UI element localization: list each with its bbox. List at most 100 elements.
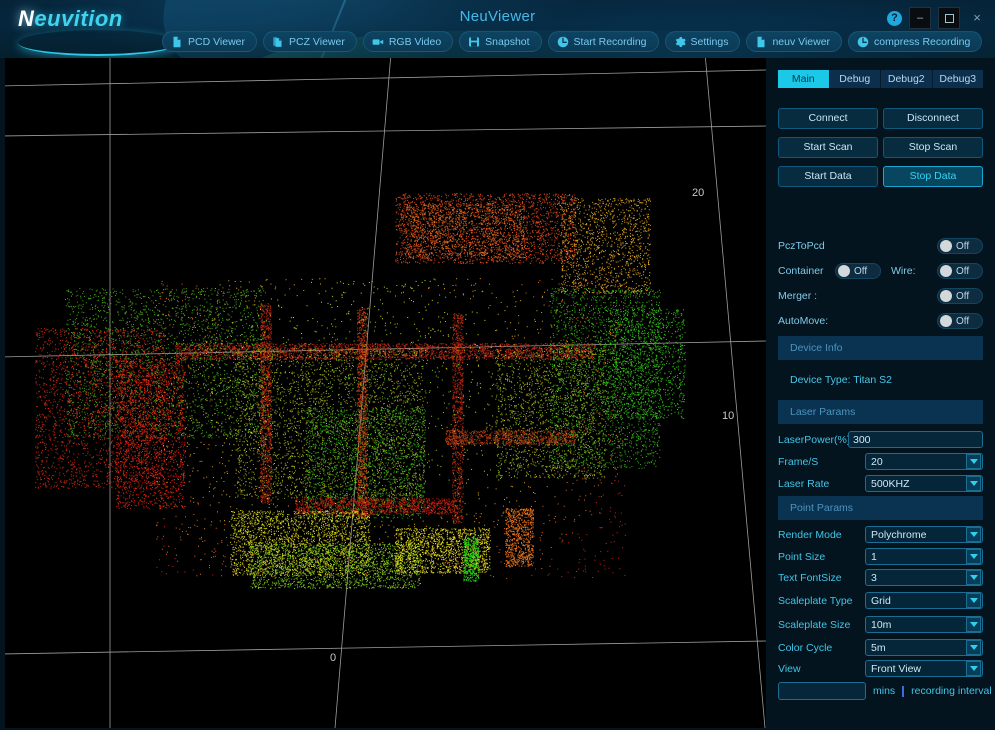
toolbar-button-start-recording[interactable]: Start Recording (548, 31, 659, 52)
text-fontsize-select[interactable]: 3 (865, 569, 983, 586)
stop-data-button[interactable]: Stop Data (883, 166, 983, 187)
color-cycle-value: 5m (866, 642, 966, 654)
scaleplate-size-select[interactable]: 10m (865, 616, 983, 633)
chevron-down-icon[interactable] (966, 454, 981, 469)
point-size-select[interactable]: 1 (865, 548, 983, 565)
chevron-down-icon[interactable] (966, 570, 981, 585)
app-window: Neuvition NeuViewer ? – × PCD Viewer PCZ… (0, 0, 995, 730)
toolbar-button-compress-recording[interactable]: compress Recording (848, 31, 982, 52)
text-fontsize-label: Text FontSize (778, 572, 865, 584)
merger-label: Merger : (778, 290, 817, 302)
record-circle-icon (857, 36, 869, 48)
toolbar-button-settings[interactable]: Settings (665, 31, 741, 52)
color-cycle-select[interactable]: 5m (865, 639, 983, 656)
record-circle-icon (557, 36, 569, 48)
chevron-down-icon[interactable] (966, 527, 981, 542)
field-row-point-size: Point Size 1 (778, 548, 983, 565)
recording-interval-checkbox[interactable] (902, 686, 904, 697)
scaleplate-type-select[interactable]: Grid (865, 592, 983, 609)
field-row-laser-rate: Laser Rate 500KHZ (778, 475, 983, 492)
toolbar-button-label: Settings (691, 36, 729, 48)
point-cloud-viewport[interactable]: 20 10 0 (5, 58, 766, 728)
container-toggle[interactable]: Off (835, 263, 881, 279)
chevron-down-icon[interactable] (966, 476, 981, 491)
laser-rate-select[interactable]: 500KHZ (865, 475, 983, 492)
wire-toggle[interactable]: Off (937, 263, 983, 279)
tab-main[interactable]: Main (778, 70, 830, 88)
connection-action-buttons: Connect Disconnect Start Scan Stop Scan … (778, 108, 983, 187)
frame-s-value: 20 (866, 456, 966, 468)
device-type-text: Device Type: Titan S2 (790, 374, 892, 386)
point-size-label: Point Size (778, 551, 865, 563)
merger-state: Off (956, 291, 969, 302)
field-row-color-cycle: Color Cycle 5m (778, 639, 983, 656)
start-data-button[interactable]: Start Data (778, 166, 878, 187)
render-mode-value: Polychrome (866, 529, 966, 541)
minimize-button[interactable]: – (909, 7, 931, 29)
toggle-knob-icon (940, 265, 952, 277)
window-controls: ? – × (887, 7, 987, 29)
disconnect-button[interactable]: Disconnect (883, 108, 983, 129)
start-scan-button[interactable]: Start Scan (778, 137, 878, 158)
toolbar-button-label: RGB Video (389, 36, 441, 48)
field-row-scaleplate-type: Scaleplate Type Grid (778, 592, 983, 609)
files-icon (272, 36, 284, 48)
toolbar-button-pcz-viewer[interactable]: PCZ Viewer (263, 31, 357, 52)
field-row-scaleplate-size: Scaleplate Size 10m (778, 616, 983, 633)
render-mode-select[interactable]: Polychrome (865, 526, 983, 543)
toolbar-button-rgb-video[interactable]: RGB Video (363, 31, 453, 52)
stop-scan-button[interactable]: Stop Scan (883, 137, 983, 158)
point-cloud-canvas[interactable]: 20 10 0 (5, 58, 766, 728)
frame-s-select[interactable]: 20 (865, 453, 983, 470)
toolbar-button-label: PCD Viewer (188, 36, 245, 48)
color-cycle-label: Color Cycle (778, 642, 865, 654)
tab-debug2[interactable]: Debug2 (881, 70, 933, 88)
view-value: Front View (866, 663, 966, 675)
toolbar-button-snapshot[interactable]: Snapshot (459, 31, 541, 52)
scaleplate-size-label: Scaleplate Size (778, 619, 865, 631)
close-button[interactable]: × (967, 7, 987, 29)
chevron-down-icon[interactable] (966, 617, 981, 632)
chevron-down-icon[interactable] (966, 549, 981, 564)
laser-power-input[interactable] (848, 431, 983, 448)
tab-debug3[interactable]: Debug3 (933, 70, 984, 88)
pcztopcd-toggle[interactable]: Off (937, 238, 983, 254)
frame-s-label: Frame/S (778, 456, 865, 468)
merger-toggle[interactable]: Off (937, 288, 983, 304)
wire-label: Wire: (891, 265, 916, 277)
grid-label-20: 20 (692, 187, 704, 199)
viewport-background (5, 58, 766, 728)
panel-tabs: Main Debug Debug2 Debug3 (778, 70, 983, 88)
automove-state: Off (956, 316, 969, 327)
toggle-knob-icon (940, 290, 952, 302)
chevron-down-icon[interactable] (966, 640, 981, 655)
view-select[interactable]: Front View (865, 660, 983, 677)
toggle-row-merger: Merger : Off (778, 287, 983, 305)
scaleplate-type-value: Grid (866, 595, 966, 607)
tab-debug[interactable]: Debug (830, 70, 882, 88)
field-row-view: View Front View (778, 660, 983, 677)
toolbar-button-pcd-viewer[interactable]: PCD Viewer (162, 31, 257, 52)
help-icon[interactable]: ? (887, 11, 902, 26)
toggle-row-pcztopcd: PczToPcd Off (778, 237, 983, 255)
maximize-button[interactable] (938, 7, 960, 29)
chevron-down-icon[interactable] (966, 593, 981, 608)
video-camera-icon (372, 36, 384, 48)
toolbar-button-neuv-viewer[interactable]: neuv Viewer (746, 31, 842, 52)
toggle-row-automove: AutoMove: Off (778, 312, 983, 330)
field-row-render-mode: Render Mode Polychrome (778, 526, 983, 543)
chevron-down-icon[interactable] (966, 661, 981, 676)
section-header-laser-params: Laser Params (778, 400, 983, 424)
container-label: Container (778, 265, 830, 277)
grid-label-10: 10 (722, 410, 734, 422)
save-disk-icon (468, 36, 480, 48)
automove-toggle[interactable]: Off (937, 313, 983, 329)
automove-label: AutoMove: (778, 315, 828, 327)
field-row-frame-s: Frame/S 20 (778, 453, 983, 470)
connect-button[interactable]: Connect (778, 108, 878, 129)
toolbar-button-label: Start Recording (574, 36, 647, 48)
recording-interval-input[interactable] (778, 682, 866, 700)
control-panel: Main Debug Debug2 Debug3 Connect Disconn… (766, 58, 995, 730)
grid-label-0: 0 (330, 652, 336, 664)
field-row-text-fontsize: Text FontSize 3 (778, 569, 983, 586)
